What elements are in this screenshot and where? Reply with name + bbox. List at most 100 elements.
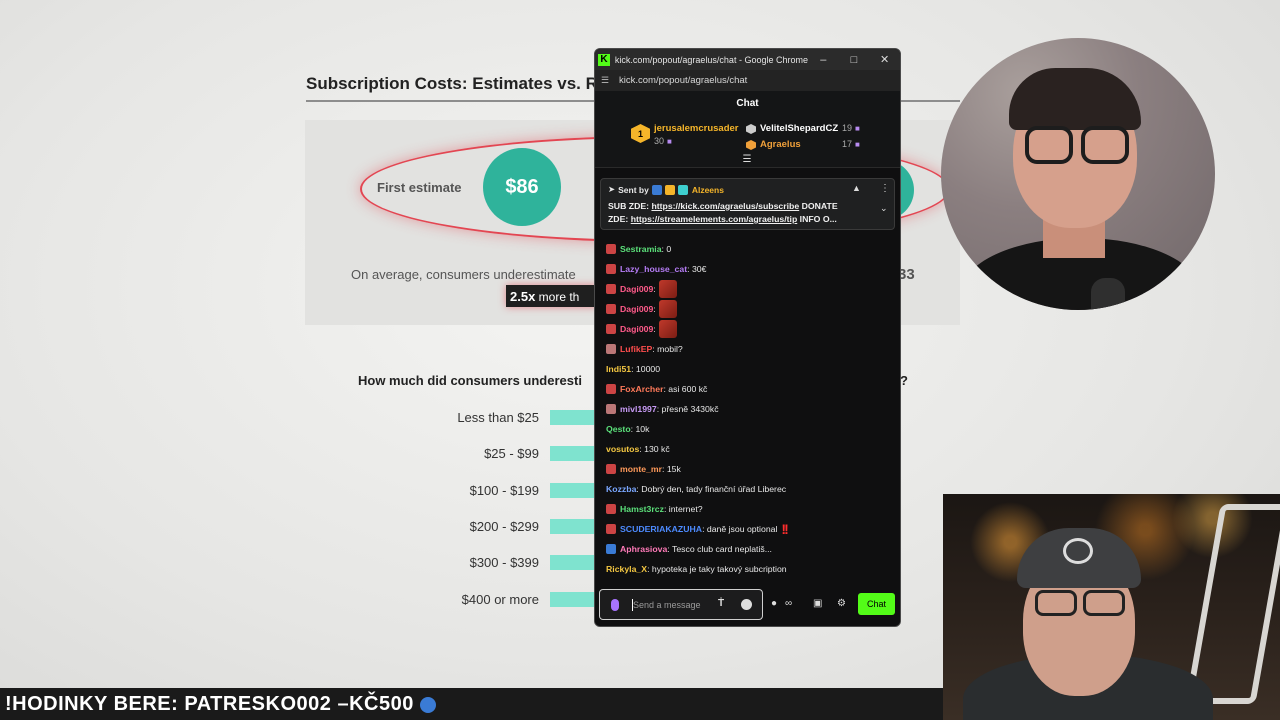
emoji-icon[interactable]	[741, 599, 752, 610]
question-title: How much did consumers underesti	[358, 373, 582, 388]
window-titlebar[interactable]: K kick.com/popout/agraelus/chat - Google…	[595, 49, 900, 70]
chat-username[interactable]: mivl1997	[620, 404, 657, 414]
maximize-button[interactable]: □	[839, 49, 870, 70]
pinned-header: ➤ Sent by Alzeens	[608, 184, 724, 195]
cap-logo	[1063, 538, 1093, 564]
chat-username[interactable]: Indi51	[606, 364, 631, 374]
leader-name[interactable]: VelitelShepardCZ	[760, 123, 838, 134]
chat-username[interactable]: Hamst3rcz	[620, 504, 664, 514]
exclamation-emote: !!	[781, 521, 788, 537]
range-label: $300 - $399	[469, 555, 539, 570]
minimize-button[interactable]: –	[808, 49, 839, 70]
user-badge-icon	[606, 244, 616, 254]
emote-icon	[658, 280, 677, 298]
chat-message: Qesto: 10k	[606, 420, 649, 438]
chat-username[interactable]: Rickyla_X	[606, 564, 647, 574]
chat-messages[interactable]: Sestramia: 0 Lazy_house_cat: 30€ Dagi009: D…	[595, 168, 900, 588]
crown-icon	[664, 184, 675, 195]
chat-text: :	[653, 284, 656, 294]
chat-username[interactable]: Kozzba	[606, 484, 636, 494]
microphone	[1091, 278, 1125, 310]
glasses-lens-right	[1081, 126, 1129, 164]
pinned-text-part: DONATE	[799, 201, 838, 211]
chevron-down-icon[interactable]: ⌄	[880, 203, 888, 214]
url-text: kick.com/popout/agraelus/chat	[619, 75, 748, 86]
message-input[interactable]	[633, 596, 723, 614]
window-title: kick.com/popout/agraelus/chat - Google C…	[614, 54, 808, 65]
pinned-text-part: SUB ZDE:	[608, 201, 652, 211]
chat-message: monte_mr: 15k	[606, 460, 681, 478]
chat-username[interactable]: Aphrasiova	[620, 544, 667, 554]
presenter-hair	[1009, 68, 1141, 130]
gear-icon[interactable]: ⚙	[837, 598, 846, 609]
chat-popout-window: K kick.com/popout/agraelus/chat - Google…	[594, 48, 901, 627]
send-chat-button[interactable]: Chat	[858, 593, 895, 615]
tip-link[interactable]: https://streamelements.com/agraelus/tip	[631, 214, 798, 224]
address-bar[interactable]: ☰ kick.com/popout/agraelus/chat	[595, 70, 900, 91]
chat-text: : Dobrý den, tady finanční úřad Liberec	[636, 484, 787, 494]
chat-message: Dagi009:	[606, 300, 677, 318]
chat-username[interactable]: SCUDERIAKAZUHA	[620, 524, 702, 534]
badge-icon	[677, 184, 688, 195]
gift-icon: ■	[855, 124, 860, 133]
kick-logo-icon: K	[598, 53, 610, 66]
chat-message: Indi51: 10000	[606, 360, 660, 378]
emote-icon	[658, 300, 677, 318]
chat-text: : 30€	[687, 264, 707, 274]
more-options-icon[interactable]: ⋮	[880, 183, 890, 194]
gift-icon: ■	[855, 140, 860, 149]
leader-name[interactable]: jerusalemcrusader	[654, 123, 739, 134]
store-icon[interactable]: ▣	[813, 598, 822, 609]
chat-message: SCUDERIAKAZUHA: daně jsou optional!!	[606, 520, 789, 538]
rank-badge: 1	[631, 124, 650, 143]
chat-text: : Tesco club card neplatiš...	[667, 544, 772, 554]
chat-username[interactable]: monte_mr	[620, 464, 662, 474]
chat-message: Lazy_house_cat: 30€	[606, 260, 706, 278]
range-bar	[550, 592, 596, 607]
chat-text: : 10000	[631, 364, 661, 374]
chat-username[interactable]: Dagi009	[620, 324, 653, 334]
chat-message: LufikEP: mobil?	[606, 340, 683, 358]
user-badge-icon	[606, 284, 616, 294]
user-badge-icon	[606, 464, 616, 474]
chat-username[interactable]: Sestramia	[620, 244, 662, 254]
close-button[interactable]: ✕	[869, 49, 900, 70]
chat-message: Dagi009:	[606, 280, 677, 298]
chat-username[interactable]: Dagi009	[620, 304, 653, 314]
range-bar	[550, 410, 596, 425]
leader-name[interactable]: Agraelus	[760, 139, 801, 150]
chat-username[interactable]: Dagi009	[620, 284, 653, 294]
pinned-user[interactable]: Alzeens	[692, 185, 724, 195]
rewards-icon[interactable]: ●	[771, 598, 777, 609]
chat-username[interactable]: Lazy_house_cat	[620, 264, 687, 274]
user-badge-icon	[606, 344, 616, 354]
chat-username[interactable]: LufikEP	[620, 344, 652, 354]
translate-icon[interactable]: Ṫ	[718, 598, 724, 609]
pin-icon[interactable]: ▲	[852, 183, 861, 193]
leader-count-value: 19	[842, 123, 853, 133]
range-bar	[550, 483, 596, 498]
collapse-icon[interactable]: ☰	[741, 155, 753, 165]
multiplier-pill: 2.5x more th	[506, 285, 598, 307]
range-label: $400 or more	[461, 592, 539, 607]
site-settings-icon[interactable]: ☰	[601, 75, 613, 86]
average-text: On average, consumers underestimate	[351, 267, 576, 282]
microphone-icon[interactable]	[611, 599, 619, 611]
chat-header: Chat	[595, 91, 900, 115]
chat-username[interactable]: Qesto	[606, 424, 631, 434]
rank-badge-icon	[746, 124, 756, 134]
ticker-content: !HODINKY BERE: PATRESKO002 –KČ500	[5, 693, 436, 716]
infinity-icon[interactable]: ∞	[785, 598, 792, 609]
chat-message: Kozzba: Dobrý den, tady finanční úřad Li…	[606, 480, 786, 498]
chat-username[interactable]: vosutos	[606, 444, 639, 454]
chat-username[interactable]: FoxArcher	[620, 384, 663, 394]
subscribe-link[interactable]: https://kick.com/agraelus/subscribe	[651, 201, 799, 211]
chat-text: :	[653, 324, 656, 334]
message-input-box[interactable]: Ṫ	[599, 589, 763, 620]
pinned-text-part: ZDE:	[608, 214, 631, 224]
user-badge-icon	[606, 404, 616, 414]
chat-text: :	[653, 304, 656, 314]
badge-icon	[651, 184, 662, 195]
pinned-message[interactable]: ➤ Sent by Alzeens ▲ ⋮ ⌄ SUB ZDE: https:/…	[600, 178, 895, 230]
chat-message: FoxArcher: asi 600 kč	[606, 380, 707, 398]
